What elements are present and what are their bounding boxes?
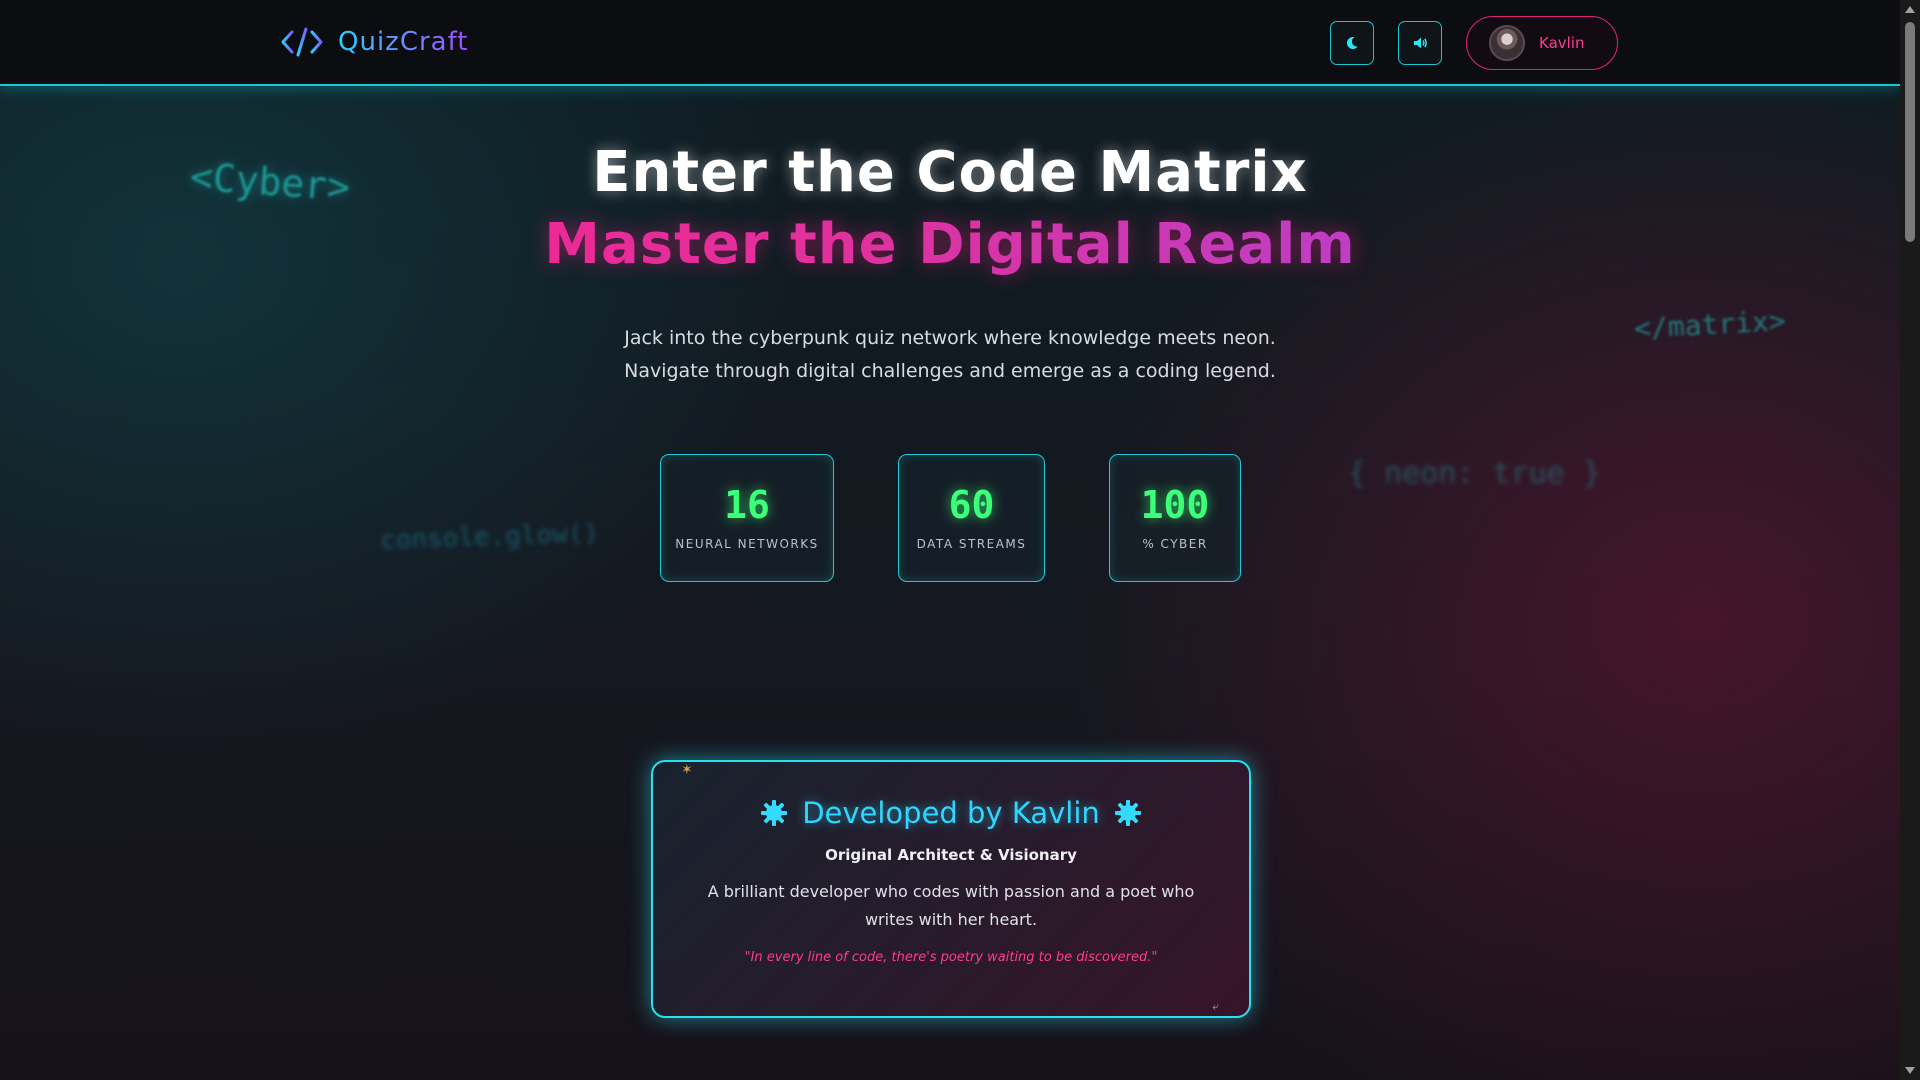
stat-label: % CYBER xyxy=(1142,537,1208,551)
hero-description-line2: Navigate through digital challenges and … xyxy=(624,360,1276,382)
stat-card-cyber: 100 % CYBER xyxy=(1109,454,1241,582)
user-profile-button[interactable]: Kavlin xyxy=(1466,16,1618,70)
stat-value: 16 xyxy=(724,483,770,527)
hero-description: Jack into the cyberpunk quiz network whe… xyxy=(0,322,1900,388)
stat-card-data-streams: 60 DATA STREAMS xyxy=(898,454,1045,582)
logo[interactable]: QuizCraft xyxy=(280,24,468,60)
scroll-down-arrow-icon[interactable] xyxy=(1905,1067,1915,1074)
stat-value: 60 xyxy=(948,483,995,527)
page: QuizCraft Kavlin <Cyber> </matrix> { neo… xyxy=(0,0,1900,1080)
stat-value: 100 xyxy=(1140,483,1210,527)
navbar: QuizCraft Kavlin xyxy=(0,0,1900,86)
speaker-icon xyxy=(1414,37,1427,49)
sparkle-icon: ⤶ xyxy=(1212,999,1219,1013)
code-brackets-icon xyxy=(281,27,323,57)
floating-code-neon: { neon: true } xyxy=(1348,456,1601,491)
stat-card-neural-networks: 16 NEURAL NETWORKS xyxy=(660,454,834,582)
scroll-up-arrow-icon[interactable] xyxy=(1905,6,1915,13)
developer-card: ✶ Developed by Kavlin Original Architect… xyxy=(651,760,1251,1018)
developer-role: Original Architect & Visionary xyxy=(825,846,1077,864)
theme-toggle-button[interactable] xyxy=(1330,21,1374,65)
moon-icon xyxy=(1346,36,1358,49)
scrollbar[interactable] xyxy=(1900,0,1920,1080)
hero-subtitle: Master the Digital Realm xyxy=(0,212,1900,277)
avatar xyxy=(1489,25,1525,61)
developer-title-text: Developed by Kavlin xyxy=(802,796,1100,830)
developer-quote: "In every line of code, there's poetry w… xyxy=(744,950,1158,965)
hero-title: Enter the Code Matrix xyxy=(592,140,1308,205)
developer-title: Developed by Kavlin xyxy=(653,796,1249,830)
gear-icon xyxy=(1114,800,1141,826)
stat-label: DATA STREAMS xyxy=(916,537,1027,551)
stat-label: NEURAL NETWORKS xyxy=(675,537,819,551)
gear-icon xyxy=(761,800,788,826)
hero-description-line1: Jack into the cyberpunk quiz network whe… xyxy=(624,327,1276,349)
developer-bio: A brilliant developer who codes with pas… xyxy=(707,882,1195,929)
brand-name: QuizCraft xyxy=(338,27,469,57)
scrollbar-thumb[interactable] xyxy=(1905,22,1915,242)
sound-toggle-button[interactable] xyxy=(1398,21,1442,65)
sparkle-icon: ✶ xyxy=(681,762,693,778)
floating-code-console: console.glow() xyxy=(379,518,600,556)
user-name: Kavlin xyxy=(1539,34,1585,52)
